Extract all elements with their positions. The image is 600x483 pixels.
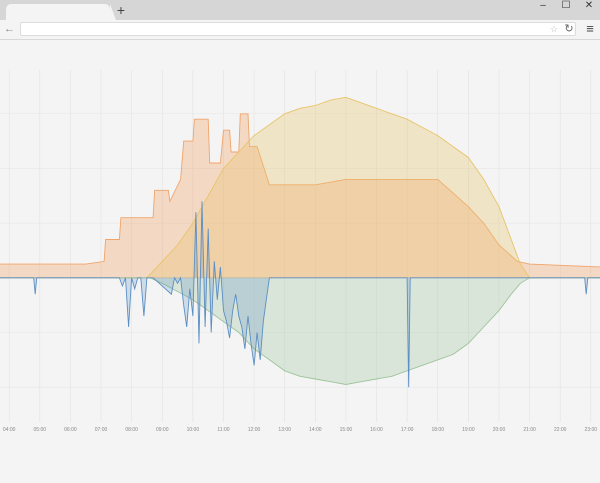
browser-toolbar: ← ☆ ↻ ≡ (0, 20, 600, 40)
x-tick-label: 10:00 (187, 427, 200, 433)
x-tick-label: 18:00 (431, 427, 444, 433)
x-tick-label: 06:00 (64, 427, 77, 433)
new-tab-button[interactable]: + (114, 2, 128, 18)
x-tick-label: 16:00 (370, 427, 383, 433)
series-area-1 (0, 97, 600, 278)
minimize-button[interactable]: – (532, 0, 554, 14)
x-tick-label: 13:00 (278, 427, 291, 433)
x-tick-label: 17:00 (401, 427, 414, 433)
tab-strip: + – ☐ ✕ (0, 0, 600, 20)
x-axis-labels: 04:00 05:00 06:00 07:00 08:00 09:00 10:00 11:00… (3, 427, 597, 433)
close-window-button[interactable]: ✕ (578, 0, 600, 14)
x-tick-label: 14:00 (309, 427, 322, 433)
maximize-button[interactable]: ☐ (555, 0, 577, 14)
hamburger-menu-icon[interactable]: ≡ (583, 22, 597, 36)
x-tick-label: 08:00 (125, 427, 138, 433)
x-tick-label: 15:00 (340, 427, 353, 433)
x-tick-label: 20:00 (493, 427, 506, 433)
x-tick-label: 19:00 (462, 427, 475, 433)
x-tick-label: 11:00 (217, 427, 229, 433)
x-tick-label: 07:00 (95, 427, 108, 433)
bookmark-star-icon[interactable]: ☆ (548, 23, 560, 35)
x-tick-label: 05:00 (34, 427, 47, 433)
x-tick-label: 23:00 (585, 427, 598, 433)
energy-chart: 04:00 05:00 06:00 07:00 08:00 09:00 10:00 11:00… (0, 70, 600, 433)
page-content: 04:00 05:00 06:00 07:00 08:00 09:00 10:00 11:00… (0, 40, 600, 483)
x-tick-label: 04:00 (3, 427, 16, 433)
x-tick-label: 12:00 (248, 427, 261, 433)
reload-icon[interactable]: ↻ (562, 22, 576, 36)
x-tick-label: 21:00 (523, 427, 536, 433)
address-bar[interactable] (20, 22, 576, 36)
x-tick-label: 22:00 (554, 427, 567, 433)
browser-tab[interactable] (6, 4, 110, 20)
x-tick-label: 09:00 (156, 427, 169, 433)
series-area-2 (0, 277, 600, 385)
back-arrow-icon[interactable]: ← (2, 22, 17, 37)
chart-series (0, 96, 600, 388)
